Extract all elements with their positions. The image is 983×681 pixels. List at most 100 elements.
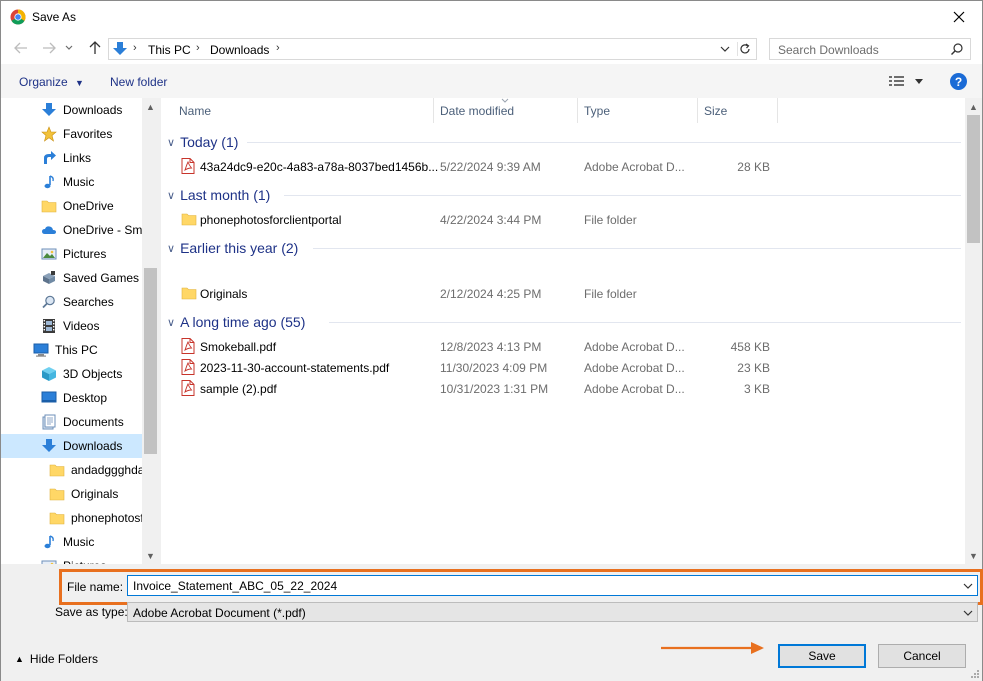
hide-folders-button[interactable]: ▲ Hide Folders [15,652,98,666]
download-arrow-icon [41,102,57,118]
nav-item-searches[interactable]: Searches [1,290,142,314]
navigation-bar: › This PC › Downloads › Search Downloads [1,32,982,64]
download-arrow-icon [41,438,57,454]
scroll-up-arrow-icon[interactable]: ▲ [142,98,158,115]
folder-icon [41,198,57,214]
nav-item-this-pc[interactable]: This PC [1,338,142,362]
save-as-dialog: Save As › This PC › Downloads › Search D… [0,0,983,681]
group-divider [284,195,961,196]
scroll-down-arrow-icon[interactable]: ▼ [142,547,158,564]
breadcrumb-separator: › [196,42,200,54]
nav-item-label: andadggghda [71,463,142,477]
nav-item-favorites[interactable]: Favorites [1,122,142,146]
column-header-name[interactable]: Name [179,98,211,123]
file-name-input[interactable]: Invoice_Statement_ABC_05_22_2024 [127,575,978,596]
file-date-modified: 5/22/2024 9:39 AM [440,160,541,174]
save-as-type-value: Adobe Acrobat Document (*.pdf) [133,606,306,620]
scroll-down-arrow-icon[interactable]: ▼ [965,547,982,564]
music-note-icon [41,174,57,190]
change-view-button[interactable] [888,74,928,88]
file-row[interactable]: sample (2).pdf 10/31/2023 1:31 PM Adobe Ac… [176,378,806,399]
chevron-down-icon [720,46,730,52]
breadcrumb-downloads[interactable]: Downloads [210,43,269,57]
nav-item-label: 3D Objects [63,367,123,381]
nav-item-music[interactable]: Music [1,170,142,194]
nav-item-links[interactable]: Links [1,146,142,170]
nav-item-saved-games[interactable]: Saved Games [1,266,142,290]
forward-button[interactable] [41,40,57,56]
save-as-type-select[interactable]: Adobe Acrobat Document (*.pdf) [127,602,978,622]
search-box[interactable]: Search Downloads [769,38,971,60]
address-bar[interactable]: › This PC › Downloads › [108,38,757,60]
nav-item-downloads[interactable]: Downloads [1,434,142,458]
folder-icon [49,486,65,502]
close-button[interactable] [936,1,982,32]
nav-pane-scrollbar[interactable]: ▲ ▼ [142,98,158,564]
column-divider[interactable] [577,98,578,123]
save-button[interactable]: Save [778,644,866,668]
breadcrumb-this-pc[interactable]: This PC [148,43,191,57]
new-folder-button[interactable]: New folder [110,75,167,89]
file-date-modified: 10/31/2023 1:31 PM [440,382,549,396]
nav-item-videos[interactable]: Videos [1,314,142,338]
file-list-scrollbar[interactable]: ▲ ▼ [965,98,982,564]
scroll-thumb[interactable] [967,115,980,243]
nav-item-desktop[interactable]: Desktop [1,386,142,410]
column-header-size[interactable]: Size [704,98,727,123]
folder-icon [181,285,197,301]
column-divider[interactable] [777,98,778,123]
file-name: 43a24dc9-e20c-4a83-a78a-8037bed1456b... [200,160,439,174]
nav-item-phonephotosf[interactable]: phonephotosf [1,506,142,530]
organize-button[interactable]: Organize ▼ [19,75,84,89]
file-row[interactable]: 2023-11-30-account-statements.pdf 11/30/2… [176,357,806,378]
file-list-pane: Name Date modified Type Size ∨ Today (1) 4… [161,98,982,564]
nav-item-3d-objects[interactable]: 3D Objects [1,362,142,386]
chevron-down-icon: ∨ [167,136,176,149]
nav-item-music[interactable]: Music [1,530,142,554]
desktop-icon [41,390,57,406]
column-divider[interactable] [433,98,434,123]
file-type: File folder [584,287,637,301]
group-header[interactable]: ∨ A long time ago (55) [167,312,305,332]
cancel-button[interactable]: Cancel [878,644,966,668]
nav-item-onedrive[interactable]: OneDrive [1,194,142,218]
up-button[interactable] [87,40,103,56]
nav-item-label: Videos [63,319,100,333]
file-type: Adobe Acrobat D... [584,340,685,354]
scroll-thumb[interactable] [144,268,157,454]
search-icon [951,43,963,55]
chevron-down-icon: ▼ [75,78,84,88]
resize-grip-icon[interactable] [970,669,980,679]
refresh-button[interactable] [737,42,753,56]
group-header[interactable]: ∨ Earlier this year (2) [167,238,298,258]
saved-games-icon [41,270,57,286]
file-row[interactable]: Originals 2/12/2024 4:25 PM File folder [176,283,806,304]
nav-item-andadggghda[interactable]: andadggghda [1,458,142,482]
help-button[interactable]: ? [950,73,967,90]
nav-item-pictures[interactable]: Pictures [1,242,142,266]
nav-item-pictures[interactable]: Pictures [1,554,142,564]
close-icon [953,11,965,22]
group-header[interactable]: ∨ Today (1) [167,132,238,152]
title-bar: Save As [1,1,982,32]
column-header-date-modified[interactable]: Date modified [440,98,514,123]
recent-locations-button[interactable] [63,40,75,56]
navigation-pane: Downloads Favorites Links Music OneDrive OneD… [1,98,158,564]
nav-item-onedrive-sm[interactable]: OneDrive - Sm [1,218,142,242]
file-type: File folder [584,213,637,227]
cube-icon [41,366,57,382]
address-dropdown-button[interactable] [718,42,732,56]
file-row[interactable]: phonephotosforclientportal 4/22/2024 3:44… [176,209,806,230]
nav-item-downloads[interactable]: Downloads [1,98,142,122]
back-button[interactable] [13,40,29,56]
scroll-up-arrow-icon[interactable]: ▲ [965,98,982,115]
search-placeholder: Search Downloads [778,43,879,57]
nav-item-documents[interactable]: Documents [1,410,142,434]
file-row[interactable]: Smokeball.pdf 12/8/2023 4:13 PM Adobe Acro… [176,336,806,357]
group-header[interactable]: ∨ Last month (1) [167,185,270,205]
column-header-type[interactable]: Type [584,98,610,123]
column-divider[interactable] [697,98,698,123]
chevron-down-icon[interactable] [963,581,973,591]
file-row[interactable]: 43a24dc9-e20c-4a83-a78a-8037bed1456b... 5… [176,156,806,177]
nav-item-originals[interactable]: Originals [1,482,142,506]
